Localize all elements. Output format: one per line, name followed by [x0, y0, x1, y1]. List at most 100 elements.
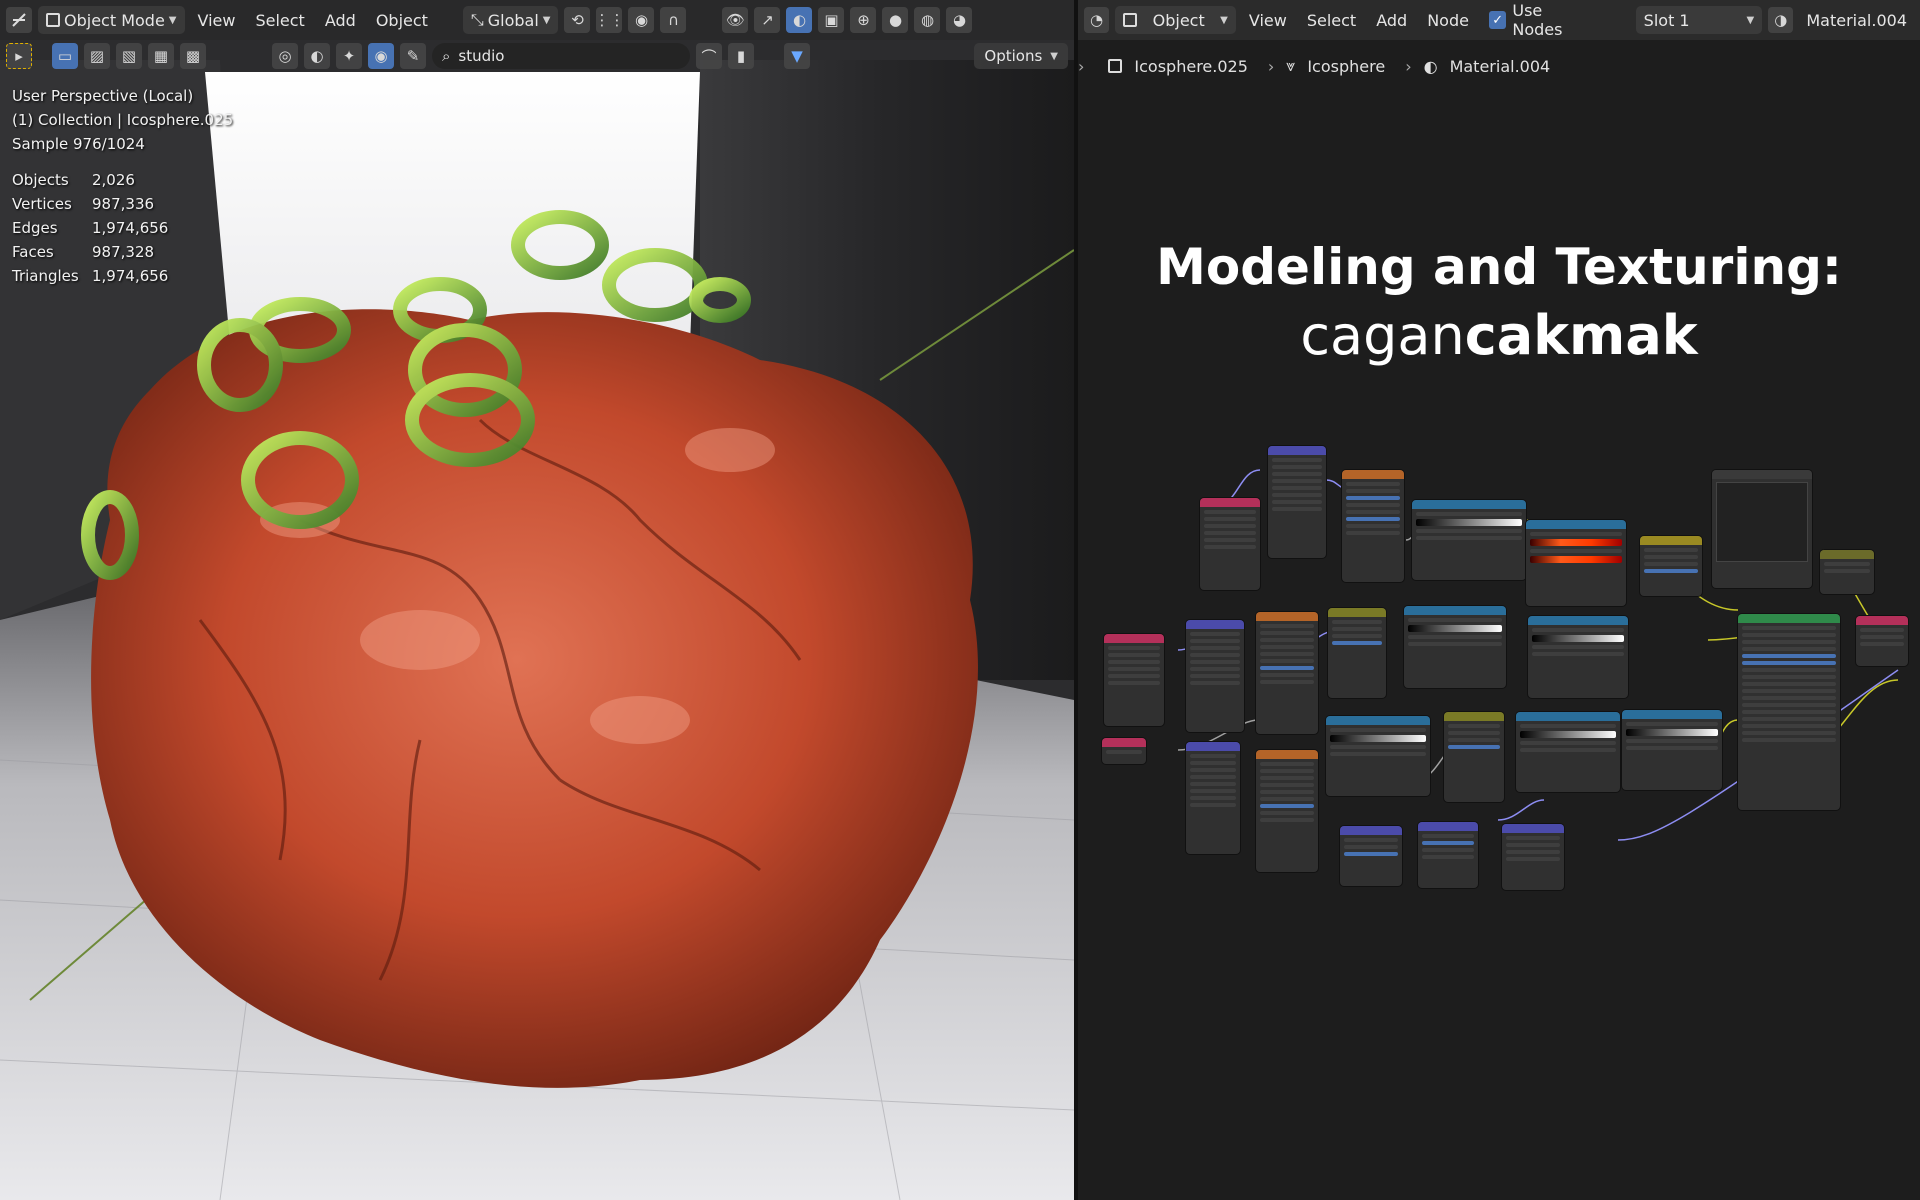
scene-statistics: Objects 2,026 Vertices 987,336 Edges 1,974,…: [12, 168, 168, 288]
viewport-header: Object Mode ▼ View Select Add Object ⤡ G…: [0, 0, 1074, 40]
select-subtract-icon[interactable]: ▧: [116, 43, 142, 69]
object-mode-icon: [46, 13, 60, 27]
mesh-data-icon: ⩔: [1286, 56, 1296, 75]
color-ramp-node[interactable]: [1622, 710, 1722, 790]
viewport-toolbar: ▸ ▭ ▨ ▧ ▦ ▩ ◎ ◐ ✦ ◉ ✎ ⌕ studio ⌒ ▮ ▼ Opt…: [0, 40, 1074, 72]
brightness-contrast-node[interactable]: [1820, 550, 1874, 594]
lookdev-brush-icon[interactable]: ✎: [400, 43, 426, 69]
shading-rendered-icon[interactable]: ◕: [946, 7, 973, 33]
options-label: Options: [984, 47, 1043, 65]
shading-wireframe-icon[interactable]: ⊕: [850, 7, 877, 33]
wave-texture-node[interactable]: [1256, 612, 1318, 734]
mapping-node[interactable]: [1186, 742, 1240, 854]
visibility-icon[interactable]: 👁: [722, 7, 749, 33]
texture-coordinate-node[interactable]: [1200, 498, 1260, 590]
chevron-right-icon: ›: [1078, 56, 1085, 76]
stat-key: Triangles: [12, 267, 79, 285]
normal-map-node[interactable]: [1340, 826, 1402, 886]
menu-add[interactable]: Add: [1369, 6, 1414, 34]
orientation-icon: ⤡: [470, 10, 484, 29]
hue-saturation-node[interactable]: [1640, 536, 1702, 596]
breadcrumb: › Icosphere.025 › ⩔ Icosphere › ◐ Materi…: [1078, 48, 1550, 84]
wave-texture-node[interactable]: [1256, 750, 1318, 872]
bookmark-icon[interactable]: ⌒: [696, 43, 722, 69]
menu-add[interactable]: Add: [318, 6, 363, 34]
viewport-info: User Perspective (Local) (1) Collection …: [12, 84, 233, 156]
search-icon: ⌕: [442, 47, 451, 65]
proportional-edit-icon[interactable]: ◉: [628, 7, 655, 33]
lookdev-world-icon[interactable]: ◎: [272, 43, 298, 69]
overlay-author: cagancakmak: [1078, 304, 1920, 367]
filter-icon[interactable]: ▼: [784, 43, 810, 69]
menu-node[interactable]: Node: [1420, 6, 1476, 34]
material-browse-icon[interactable]: ◑: [1768, 7, 1794, 33]
menu-select[interactable]: Select: [248, 6, 311, 34]
material-name-field[interactable]: Material.004: [1799, 6, 1914, 34]
snap-icon[interactable]: ⋮⋮: [594, 7, 624, 33]
mapping-node[interactable]: [1186, 620, 1244, 732]
shading-solid-icon[interactable]: ●: [882, 7, 909, 33]
perspective-label: User Perspective (Local): [12, 87, 194, 105]
shading-material-icon[interactable]: ◍: [914, 7, 941, 33]
menu-view[interactable]: View: [1242, 6, 1294, 34]
mix-node[interactable]: [1328, 608, 1386, 698]
mode-label: Object Mode: [64, 10, 165, 30]
value-node[interactable]: [1102, 738, 1146, 764]
transform-orientation-selector[interactable]: ⤡ Global ▼: [462, 6, 559, 34]
color-ramp-node[interactable]: [1528, 616, 1628, 698]
stat-value: 1,974,656: [92, 219, 169, 237]
lookdev-hdri-icon[interactable]: ◉: [368, 43, 394, 69]
menu-select[interactable]: Select: [1300, 6, 1363, 34]
lookdev-sphere-icon[interactable]: ◐: [304, 43, 330, 69]
use-nodes-label: Use Nodes: [1512, 1, 1563, 39]
stat-row: Triangles 1,974,656: [12, 264, 168, 288]
overlays-icon[interactable]: ◐: [786, 7, 813, 33]
search-value: studio: [458, 47, 505, 65]
bump-node[interactable]: [1418, 822, 1478, 888]
material-output-node[interactable]: [1856, 616, 1908, 666]
select-intersect-icon[interactable]: ▩: [180, 43, 206, 69]
rgb-curves-node[interactable]: [1712, 470, 1812, 588]
use-nodes-toggle[interactable]: ✓ Use Nodes: [1482, 1, 1602, 39]
color-ramp-node[interactable]: [1404, 606, 1506, 688]
select-box-icon[interactable]: ▭: [52, 43, 78, 69]
falloff-icon[interactable]: ∩: [660, 7, 687, 33]
select-tool-icon[interactable]: ▸: [6, 43, 32, 69]
texture-coordinate-node[interactable]: [1104, 634, 1164, 726]
orientation-label: Global: [487, 10, 539, 30]
lookdev-lights-icon[interactable]: ✦: [336, 43, 362, 69]
mix-node[interactable]: [1444, 712, 1504, 802]
options-button[interactable]: Options ▼: [974, 43, 1068, 69]
color-ramp-node[interactable]: [1326, 716, 1430, 796]
menu-object[interactable]: Object: [369, 6, 435, 34]
shader-editor[interactable]: ◔ Object ▼ View Select Add Node ✓ Use No…: [1078, 0, 1920, 1200]
shader-type-selector[interactable]: Object ▼: [1115, 6, 1236, 34]
xray-icon[interactable]: ▣: [818, 7, 845, 33]
chevron-down-icon: ▼: [168, 14, 177, 26]
editor-type-button[interactable]: [6, 7, 32, 33]
color-ramp-node[interactable]: [1526, 520, 1626, 606]
noise-texture-node[interactable]: [1342, 470, 1404, 582]
3d-viewport[interactable]: Object Mode ▼ View Select Add Object ⤡ G…: [0, 0, 1074, 1200]
material-slot-selector[interactable]: Slot 1 ▼: [1635, 6, 1763, 34]
collection-label: (1) Collection | Icosphere.025: [12, 111, 234, 129]
select-invert-icon[interactable]: ▦: [148, 43, 174, 69]
select-extend-icon[interactable]: ▨: [84, 43, 110, 69]
principled-bsdf-node[interactable]: [1738, 614, 1840, 810]
shader-editor-icon: ◔: [1090, 11, 1104, 29]
pivot-icon[interactable]: ⟲: [564, 7, 591, 33]
pin-icon[interactable]: ▮: [728, 43, 754, 69]
hdri-search-input[interactable]: ⌕ studio: [432, 43, 690, 69]
stat-key: Objects: [12, 171, 69, 189]
color-ramp-node[interactable]: [1412, 500, 1526, 580]
menu-view[interactable]: View: [191, 6, 243, 34]
displacement-node[interactable]: [1502, 824, 1564, 890]
chevron-down-icon: ▼: [1746, 14, 1755, 26]
editor-type-button[interactable]: ◔: [1084, 7, 1110, 33]
node-graph[interactable]: [1078, 420, 1920, 900]
material-icon: ◐: [1423, 56, 1438, 76]
gizmo-icon[interactable]: ↗: [754, 7, 781, 33]
color-ramp-node[interactable]: [1516, 712, 1620, 792]
mapping-node[interactable]: [1268, 446, 1326, 558]
mode-selector[interactable]: Object Mode ▼: [38, 6, 185, 34]
